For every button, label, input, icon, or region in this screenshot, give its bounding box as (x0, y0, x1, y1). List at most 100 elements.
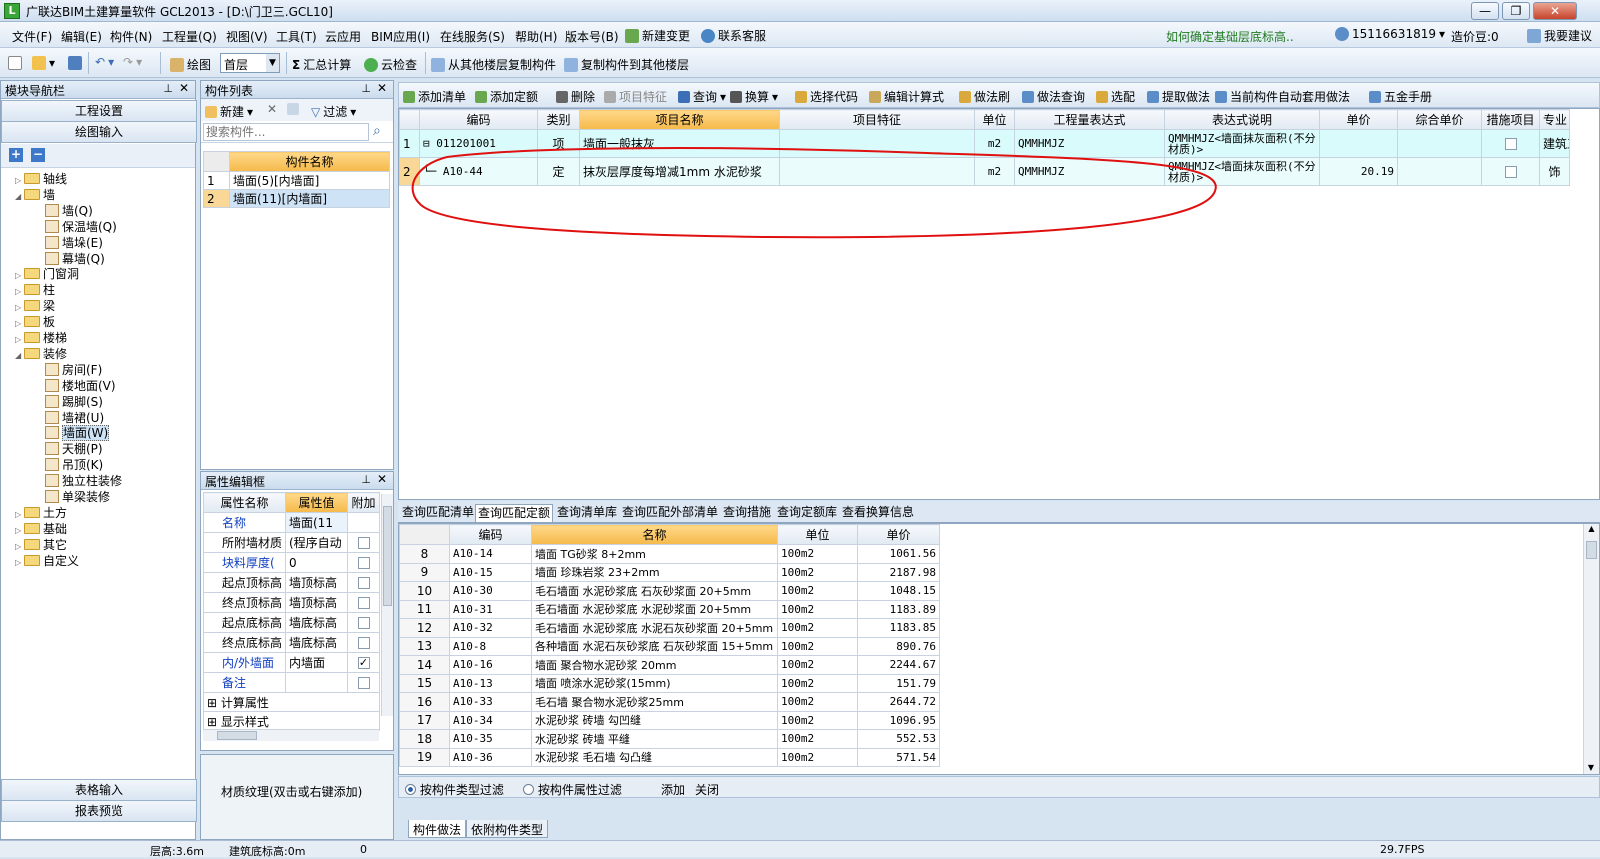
table-row[interactable]: 11 A10-31 毛石墙面 水泥砂浆底 水泥砂浆面 20+5mm 100m2 1183… (399, 599, 940, 619)
quota-cell[interactable]: 毛石墙面 水泥砂浆底 水泥砂浆面 20+5mm (531, 599, 778, 619)
quota-cell[interactable]: 890.76 (857, 636, 940, 656)
undo-button[interactable]: ↶ ▾ (95, 55, 114, 69)
quota-cell[interactable]: 毛石墙 聚合物水泥砂浆25mm (531, 692, 778, 712)
quota-cell[interactable]: 12 (399, 618, 450, 638)
quota-cell[interactable]: 100m2 (777, 562, 858, 582)
property-value[interactable] (285, 672, 348, 693)
filter-by-type-option[interactable]: 按构件类型过滤 (405, 781, 504, 798)
tab-component-method[interactable]: 构件做法 (408, 820, 467, 838)
tree-item[interactable]: ▷ 板 (15, 314, 55, 330)
quota-cell[interactable]: 1183.85 (857, 618, 940, 638)
column-header[interactable]: 类别 (537, 109, 580, 130)
property-value[interactable]: 墙底标高 (285, 612, 348, 633)
tree-item[interactable]: 墙裙(U) (45, 410, 104, 426)
tree-item[interactable]: ▷ 基础 (15, 521, 67, 537)
toolbar-button[interactable]: 编辑计算式 (869, 88, 944, 105)
quota-cell[interactable]: 571.54 (857, 747, 940, 767)
delete-component-button[interactable]: ✕ (267, 102, 277, 116)
toolbar-button[interactable]: 查询 ▾ (678, 88, 726, 105)
customer-service-button[interactable]: 联系客服 (701, 27, 766, 44)
quota-cell[interactable]: 各种墙面 水泥石灰砂浆底 石灰砂浆面 15+5mm (531, 636, 778, 656)
project-settings-button[interactable]: 工程设置 (1, 100, 197, 122)
quota-cell[interactable]: 10 (399, 581, 450, 601)
scroll-thumb[interactable] (383, 506, 392, 606)
query-tab[interactable]: 查询匹配定额 (475, 504, 554, 522)
quota-cell[interactable]: 2644.72 (857, 692, 940, 712)
quota-cell[interactable]: 11 (399, 599, 450, 619)
quota-cell[interactable]: 100m2 (777, 692, 858, 712)
tree-item[interactable]: 保温墙(Q) (45, 219, 117, 235)
quota-cell[interactable]: A10-14 (449, 544, 532, 564)
quota-cell[interactable]: 1183.89 (857, 599, 940, 619)
quota-cell[interactable]: 2244.67 (857, 655, 940, 675)
quota-price-header[interactable]: 单价 (857, 524, 940, 545)
new-component-button[interactable]: 新建 ▾ (205, 103, 253, 120)
quota-cell[interactable]: 9 (399, 562, 450, 582)
component-name[interactable]: 墙面(11)[内墙面] (229, 189, 390, 208)
tree-item[interactable]: 独立柱装修 (45, 473, 122, 489)
quota-cell[interactable]: 毛石墙面 水泥砂浆底 石灰砂浆面 20+5mm (531, 581, 778, 601)
quota-cell[interactable]: 毛石墙面 水泥砂浆底 水泥石灰砂浆面 20+5mm (531, 618, 778, 638)
close-icon[interactable]: ✕ (179, 81, 189, 95)
toolbar-button[interactable]: 项目特征 (604, 88, 667, 105)
quota-cell[interactable]: 13 (399, 636, 450, 656)
tree-item[interactable]: ◢ 装修 (15, 346, 67, 362)
open-button[interactable]: ▾ (32, 56, 55, 70)
tree-item[interactable]: 墙(Q) (45, 203, 93, 219)
quota-cell[interactable]: 100m2 (777, 655, 858, 675)
pin-icon[interactable]: ⊥ (361, 82, 371, 95)
drawing-input-button[interactable]: 绘图输入 (1, 121, 197, 143)
table-input-button[interactable]: 表格输入 (1, 779, 197, 801)
tree-item[interactable]: 单梁装修 (45, 489, 110, 505)
filter-by-attr-option[interactable]: 按构件属性过滤 (523, 781, 622, 798)
quota-cell[interactable]: A10-31 (449, 599, 532, 619)
property-value[interactable]: 内墙面 (285, 652, 348, 673)
table-row[interactable]: 2 墙面(11)[内墙面] (203, 189, 390, 208)
expand-arrow-icon[interactable]: ▷ (15, 555, 24, 571)
hscroll-thumb[interactable] (217, 731, 257, 740)
expand-arrow-icon[interactable]: ◢ (15, 189, 24, 205)
quota-cell[interactable]: 100m2 (777, 729, 858, 749)
quota-cell[interactable]: A10-33 (449, 692, 532, 712)
property-value[interactable]: 墙底标高 (285, 632, 348, 653)
table-row[interactable]: 16 A10-33 毛石墙 聚合物水泥砂浆25mm 100m2 2644.72 (399, 692, 940, 712)
quota-cell[interactable]: A10-36 (449, 747, 532, 767)
property-row[interactable]: 块料厚度(0 (203, 552, 380, 573)
report-preview-button[interactable]: 报表预览 (1, 800, 197, 822)
quota-cell[interactable]: 8 (399, 544, 450, 564)
toolbar-button[interactable]: 选择代码 (795, 88, 858, 105)
menu-tools[interactable]: 工具(T) (276, 28, 317, 45)
tree-item[interactable]: ▷ 柱 (15, 282, 55, 298)
tree-item[interactable]: 墙面(W) (45, 425, 110, 442)
menu-help[interactable]: 帮助(H) (515, 28, 557, 45)
quota-cell[interactable]: 151.79 (857, 673, 940, 693)
close-button[interactable]: ✕ (1533, 2, 1577, 20)
quota-cell[interactable]: A10-30 (449, 581, 532, 601)
cell-spec[interactable]: 饰 (1539, 157, 1570, 186)
toolbar-button[interactable]: 选配 (1096, 88, 1135, 105)
property-value[interactable]: 墙顶标高 (285, 572, 348, 593)
quota-name-header[interactable]: 名称 (531, 524, 778, 545)
toolbar-button[interactable]: 当前构件自动套用做法 (1215, 88, 1350, 105)
close-button[interactable]: 关闭 (695, 781, 719, 798)
table-row[interactable]: 10 A10-30 毛石墙面 水泥砂浆底 石灰砂浆面 20+5mm 100m2 1048… (399, 581, 940, 601)
quota-cell[interactable]: 100m2 (777, 747, 858, 767)
menu-quantity[interactable]: 工程量(Q) (162, 28, 217, 45)
filter-button[interactable]: ▽ 过滤 ▾ (311, 103, 356, 120)
component-name-header[interactable]: 构件名称 (229, 151, 390, 172)
property-row[interactable]: 内/外墙面 内墙面 (203, 652, 380, 673)
table-row[interactable]: 13 A10-8 各种墙面 水泥石灰砂浆底 石灰砂浆面 15+5mm 100m2 890… (399, 636, 940, 656)
suggest-button[interactable]: 我要建议 (1527, 27, 1592, 44)
tree-item[interactable]: ▷ 轴线 (15, 171, 67, 187)
quota-cell[interactable]: A10-13 (449, 673, 532, 693)
pin-icon[interactable]: ⊥ (163, 82, 173, 95)
property-checkbox[interactable] (357, 537, 370, 549)
column-header[interactable]: 项目特征 (779, 109, 975, 130)
table-row[interactable]: 17 A10-34 水泥砂浆 砖墙 勾凹缝 100m2 1096.95 (399, 710, 940, 730)
tree-item[interactable]: ◢ 墙 (15, 187, 55, 203)
table-cell[interactable] (1397, 157, 1482, 186)
quota-cell[interactable]: 100m2 (777, 710, 858, 730)
tree-item[interactable]: ▷ 门窗洞 (15, 266, 79, 282)
redo-button[interactable]: ↷ ▾ (123, 55, 142, 69)
property-checkbox[interactable] (357, 557, 370, 569)
